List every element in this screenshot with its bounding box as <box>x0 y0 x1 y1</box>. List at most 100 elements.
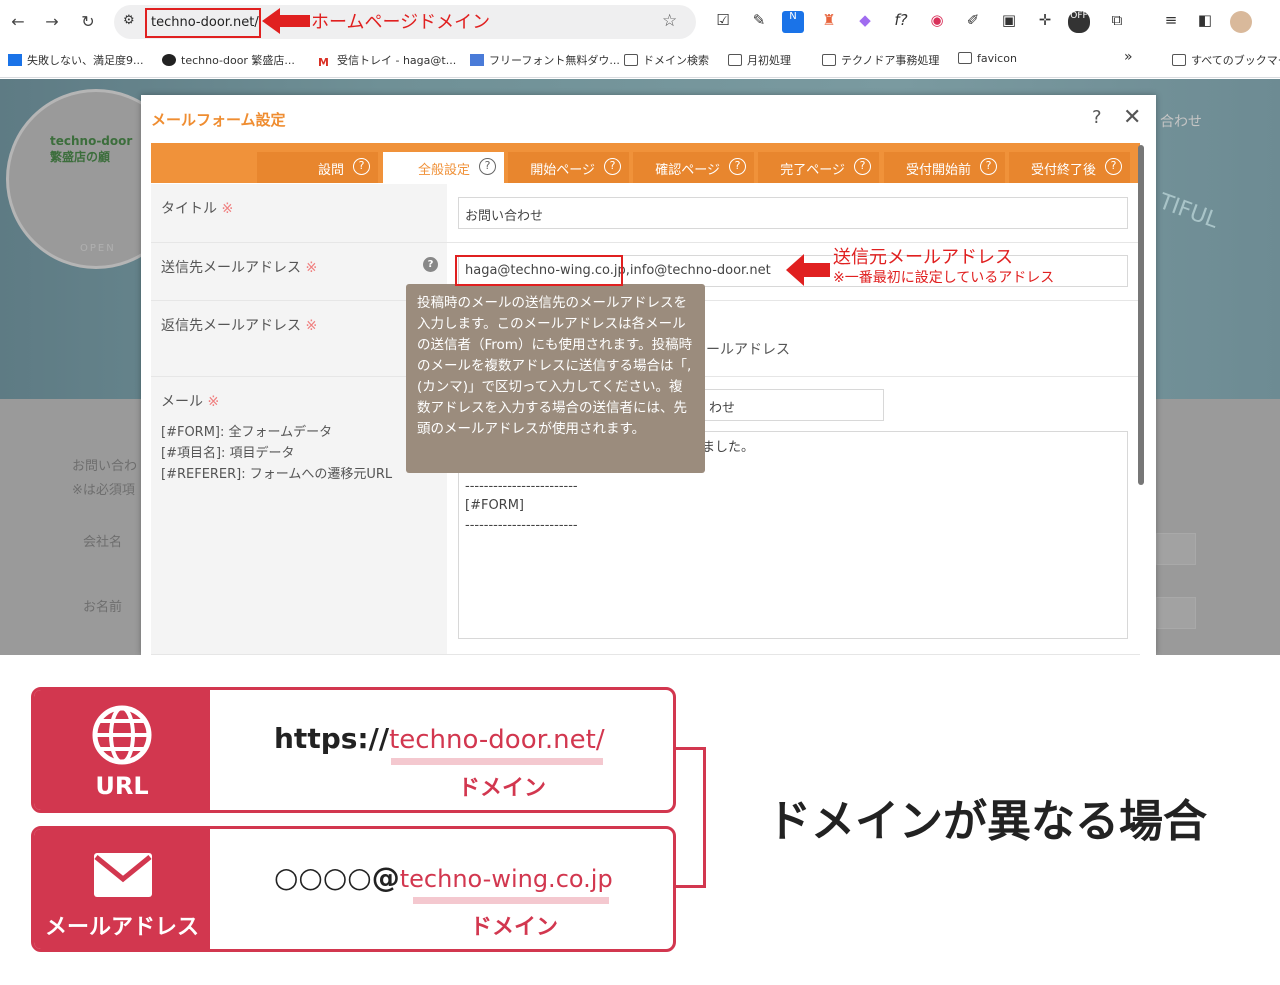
sidepanel-icon[interactable]: ◧ <box>1194 11 1216 33</box>
question-icon[interactable]: ? <box>1105 158 1122 175</box>
tab-start-page[interactable]: 開始ページ? <box>508 152 629 183</box>
mail-example: ○○○○@techno-wing.co.jp <box>274 861 613 894</box>
help-icon[interactable]: ? <box>1092 107 1102 128</box>
name-label: お名前 <box>83 600 123 615</box>
tab-complete-page[interactable]: 完了ページ? <box>758 152 879 183</box>
avatar[interactable] <box>1230 11 1252 33</box>
title-row: タイトル ※ お問い合わせ <box>151 184 1140 243</box>
mail-help-form: [#FORM]: 全フォームデータ <box>161 425 333 440</box>
red-arrow-left-icon <box>262 8 310 34</box>
extensions-puzzle-icon[interactable]: ⧉ <box>1106 11 1128 33</box>
question-icon[interactable]: ? <box>729 158 746 175</box>
globe-icon <box>92 705 152 765</box>
mail-help-referer: [#REFERER]: フォームへの遷移元URL <box>161 467 393 482</box>
reply-option-text: ールアドレス <box>706 342 790 358</box>
tab-general[interactable]: 全般設定? <box>383 152 504 183</box>
mail-card: メールアドレス ○○○○@techno-wing.co.jp ドメイン <box>31 826 676 952</box>
tab-questions[interactable]: 設問? <box>257 152 378 183</box>
site-logo: techno-door 繁盛店の顧 <box>50 134 133 164</box>
mail-help-item: [#項目名]: 項目データ <box>161 446 295 461</box>
pen-extension-icon[interactable]: ✐ <box>962 11 984 33</box>
reload-icon[interactable]: ↻ <box>78 12 98 31</box>
help-tooltip: 投稿時のメールの送信先のメールアドレスを入力します。このメールアドレスは各メール… <box>406 284 705 473</box>
title-input[interactable]: お問い合わせ <box>458 197 1128 229</box>
bookmark-folder[interactable]: テクノドア事務処理 <box>822 52 939 68</box>
site-settings-icon[interactable]: ⚙ <box>123 13 135 28</box>
mail-label: メールアドレス <box>44 915 199 940</box>
hero-text: TIFUL <box>1155 189 1222 234</box>
move-extension-icon[interactable]: ✛ <box>1034 11 1056 33</box>
bookmark-item[interactable]: M 受信トレイ - haga@t... <box>318 52 456 69</box>
media-icon[interactable]: ≡ <box>1160 11 1182 33</box>
folder-icon <box>958 52 972 64</box>
bookmark-star-icon[interactable]: ☆ <box>662 11 677 31</box>
required-note: ※は必須項 <box>72 483 135 498</box>
company-label: 会社名 <box>83 535 123 550</box>
reply-label: 返信先メールアドレス ※ <box>161 318 318 334</box>
person-extension-icon[interactable]: ♜ <box>818 11 840 33</box>
site-icon <box>8 54 22 66</box>
gmail-icon: M <box>318 56 329 69</box>
image-extension-icon[interactable]: ▣ <box>998 11 1020 33</box>
puzzle-color-extension-icon[interactable]: ◆ <box>854 11 876 33</box>
mail-label: メール ※ <box>161 394 220 410</box>
back-icon[interactable]: ← <box>8 12 28 31</box>
url-callout: ホームページドメイン <box>311 12 491 33</box>
mail-domain-underline <box>413 897 609 904</box>
url-text[interactable]: techno-door.net/co <box>145 8 261 38</box>
url-example: https://techno-door.net/ <box>274 722 605 755</box>
company-field <box>1156 533 1196 565</box>
more-bookmarks-icon[interactable]: » <box>1124 49 1133 65</box>
question-icon[interactable]: ? <box>854 158 871 175</box>
url-domain-underline <box>391 758 603 765</box>
bookmark-folder[interactable]: 月初処理 <box>728 52 791 68</box>
url-domain-label: ドメイン <box>458 776 547 801</box>
bookmark-folder[interactable]: favicon <box>958 52 1017 65</box>
bookmark-folder[interactable]: ドメイン検索 <box>624 52 709 68</box>
question-icon[interactable]: ? <box>479 158 496 175</box>
question-icon[interactable]: ? <box>980 158 997 175</box>
url-label: URL <box>95 772 149 800</box>
folder-icon <box>624 54 638 66</box>
off-extension-icon[interactable]: OFF <box>1068 11 1090 33</box>
site-icon <box>162 54 176 66</box>
form-intro: お問い合わ <box>72 459 138 474</box>
url-card: URL https://techno-door.net/ ドメイン <box>31 687 676 813</box>
sender-label: 送信先メールアドレス ※ <box>161 260 318 276</box>
sender-callout: 送信元メールアドレス ※一番最初に設定しているアドレス <box>833 247 1055 287</box>
red-arrow-left-icon <box>786 254 830 286</box>
headline: ドメインが異なる場合 <box>767 796 1207 847</box>
folder-icon <box>1172 54 1186 66</box>
bookmark-item[interactable]: フリーフォント無料ダウ... <box>470 52 620 68</box>
bookmark-item[interactable]: techno-door 繁盛店... <box>162 52 295 68</box>
question-icon[interactable]: ? <box>423 257 438 272</box>
site-icon <box>470 54 484 66</box>
browser-toolbar: ← → ↻ ⚙ techno-door.net/co ホームページドメイン ☆ … <box>0 0 1280 44</box>
contact-nav-link[interactable]: 合わせ <box>1160 111 1202 131</box>
new-extension-icon[interactable]: N <box>782 11 804 33</box>
comparison-bracket <box>676 747 706 888</box>
dialog-title: メールフォーム設定 <box>151 111 286 129</box>
tab-bar: 設問? 全般設定? 開始ページ? 確認ページ? 完了ページ? 受付開始前? 受付… <box>151 143 1140 183</box>
tab-before-open[interactable]: 受付開始前? <box>884 152 1005 183</box>
question-icon[interactable]: ? <box>604 158 621 175</box>
tab-confirm-page[interactable]: 確認ページ? <box>633 152 754 183</box>
tab-after-close[interactable]: 受付終了後? <box>1009 152 1130 183</box>
eyedropper-extension-icon[interactable]: ✎ <box>748 11 770 33</box>
all-bookmarks-folder[interactable]: すべてのブックマーク <box>1172 52 1280 68</box>
bookmark-item[interactable]: 失敗しない、満足度9... <box>8 52 144 68</box>
record-extension-icon[interactable]: ◉ <box>926 11 948 33</box>
checkmark-extension-icon[interactable]: ☑ <box>712 11 734 33</box>
title-label: タイトル ※ <box>161 201 234 217</box>
folder-icon <box>728 54 742 66</box>
font-extension-icon[interactable]: f? <box>890 11 912 33</box>
folder-icon <box>822 54 836 66</box>
envelope-icon <box>94 853 152 897</box>
close-icon[interactable]: ✕ <box>1123 105 1141 130</box>
mail-domain-label: ドメイン <box>470 915 559 940</box>
dialog-scrollbar[interactable] <box>1138 145 1144 485</box>
open-label: OPEN <box>80 243 116 254</box>
forward-icon[interactable]: → <box>42 12 62 31</box>
question-icon[interactable]: ? <box>353 158 370 175</box>
name-field <box>1156 597 1196 629</box>
